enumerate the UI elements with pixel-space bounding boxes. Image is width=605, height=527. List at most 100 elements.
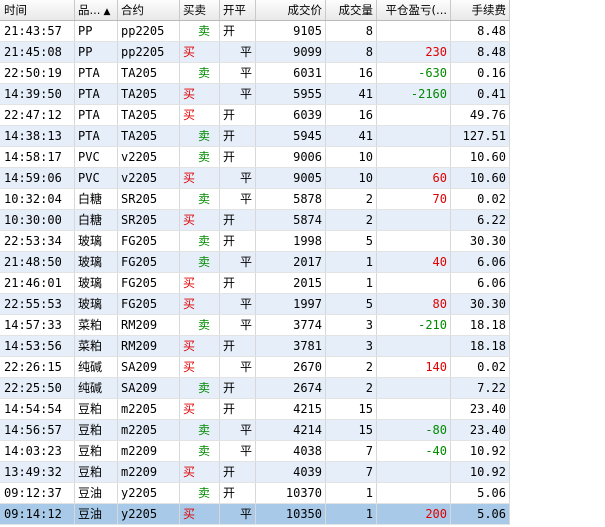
cell-volume: 10: [326, 168, 377, 188]
table-row[interactable]: 22:25:50 纯碱 SA209 卖开 2674 2 7.22: [0, 378, 510, 399]
cell-pnl: [377, 273, 451, 293]
cell-pnl: -40: [377, 441, 451, 461]
table-row[interactable]: 21:46:01 玻璃 FG205 买开 2015 1 6.06: [0, 273, 510, 294]
table-row[interactable]: 22:55:53 玻璃 FG205 买平 1997 5 80 30.30: [0, 294, 510, 315]
cell-contract: TA205: [118, 63, 180, 83]
table-row[interactable]: 22:47:12 PTA TA205 买开 6039 16 49.76: [0, 105, 510, 126]
cell-time: 14:59:06: [0, 168, 75, 188]
table-row[interactable]: 14:54:54 豆粕 m2205 买开 4215 15 23.40: [0, 399, 510, 420]
cell-product: 豆粕: [75, 462, 118, 482]
cell-volume: 2: [326, 210, 377, 230]
cell-contract: TA205: [118, 126, 180, 146]
table-row[interactable]: 14:58:17 PVC v2205 卖开 9006 10 10.60: [0, 147, 510, 168]
cell-pnl: -2160: [377, 84, 451, 104]
cell-time: 13:49:32: [0, 462, 75, 482]
table-row[interactable]: 14:53:56 菜粕 RM209 买开 3781 3 18.18: [0, 336, 510, 357]
table-row[interactable]: 21:43:57 PP pp2205 卖开 9105 8 8.48: [0, 21, 510, 42]
table-body: 21:43:57 PP pp2205 卖开 9105 8 8.48 21:45:08 PP pp2…: [0, 21, 510, 525]
cell-price: 1998: [256, 231, 326, 251]
cell-openclose: 平: [220, 420, 256, 440]
column-header-pnl[interactable]: 平仓盈亏(...: [377, 0, 451, 20]
cell-time: 14:56:57: [0, 420, 75, 440]
table-row[interactable]: 09:12:37 豆油 y2205 卖开 10370 1 5.06: [0, 483, 510, 504]
cell-contract: RM209: [118, 336, 180, 356]
cell-side: 卖: [180, 441, 220, 461]
table-row[interactable]: 22:50:19 PTA TA205 卖平 6031 16 -630 0.16: [0, 63, 510, 84]
cell-contract: m2205: [118, 420, 180, 440]
cell-contract: SA209: [118, 357, 180, 377]
column-header-price[interactable]: 成交价: [256, 0, 326, 20]
cell-volume: 16: [326, 63, 377, 83]
table-row[interactable]: 22:26:15 纯碱 SA209 买平 2670 2 140 0.02: [0, 357, 510, 378]
cell-openclose: 平: [220, 63, 256, 83]
cell-pnl: 70: [377, 189, 451, 209]
table-row[interactable]: 14:38:13 PTA TA205 卖开 5945 41 127.51: [0, 126, 510, 147]
table-row[interactable]: 10:32:04 白糖 SR205 卖平 5878 2 70 0.02: [0, 189, 510, 210]
cell-side: 买: [180, 336, 220, 356]
cell-fee: 0.41: [451, 84, 510, 104]
cell-fee: 6.06: [451, 252, 510, 272]
table-row[interactable]: 14:03:23 豆粕 m2209 卖平 4038 7 -40 10.92: [0, 441, 510, 462]
cell-time: 14:54:54: [0, 399, 75, 419]
column-header-product[interactable]: 品... ▲: [75, 0, 118, 20]
cell-openclose: 平: [220, 189, 256, 209]
cell-side: 卖: [180, 420, 220, 440]
cell-side: 买: [180, 504, 220, 524]
cell-volume: 5: [326, 231, 377, 251]
cell-pnl: [377, 462, 451, 482]
cell-pnl: 230: [377, 42, 451, 62]
column-header-volume[interactable]: 成交量: [326, 0, 377, 20]
table-row[interactable]: 14:39:50 PTA TA205 买平 5955 41 -2160 0.41: [0, 84, 510, 105]
cell-fee: 6.06: [451, 273, 510, 293]
cell-product: 菜粕: [75, 336, 118, 356]
table-row[interactable]: 21:45:08 PP pp2205 买平 9099 8 230 8.48: [0, 42, 510, 63]
cell-fee: 0.02: [451, 357, 510, 377]
cell-contract: RM209: [118, 315, 180, 335]
column-header-openclose[interactable]: 开平: [220, 0, 256, 20]
cell-price: 3774: [256, 315, 326, 335]
cell-contract: FG205: [118, 294, 180, 314]
cell-contract: SA209: [118, 378, 180, 398]
cell-side: 买: [180, 462, 220, 482]
table-row[interactable]: 14:56:57 豆粕 m2205 卖平 4214 15 -80 23.40: [0, 420, 510, 441]
cell-contract: v2205: [118, 147, 180, 167]
cell-side: 买: [180, 84, 220, 104]
table-row[interactable]: 13:49:32 豆粕 m2209 买开 4039 7 10.92: [0, 462, 510, 483]
column-header-side[interactable]: 买卖: [180, 0, 220, 20]
cell-openclose: 平: [220, 441, 256, 461]
table-row[interactable]: 09:14:12 豆油 y2205 买平 10350 1 200 5.06: [0, 504, 510, 525]
cell-time: 22:50:19: [0, 63, 75, 83]
cell-time: 14:03:23: [0, 441, 75, 461]
cell-fee: 10.60: [451, 147, 510, 167]
table-row[interactable]: 22:53:34 玻璃 FG205 卖开 1998 5 30.30: [0, 231, 510, 252]
cell-price: 10350: [256, 504, 326, 524]
cell-fee: 49.76: [451, 105, 510, 125]
cell-time: 22:47:12: [0, 105, 75, 125]
cell-volume: 41: [326, 126, 377, 146]
table-row[interactable]: 14:59:06 PVC v2205 买平 9005 10 60 10.60: [0, 168, 510, 189]
cell-contract: m2205: [118, 399, 180, 419]
cell-volume: 3: [326, 315, 377, 335]
cell-contract: FG205: [118, 252, 180, 272]
table-row[interactable]: 21:48:50 玻璃 FG205 卖平 2017 1 40 6.06: [0, 252, 510, 273]
cell-product: PVC: [75, 147, 118, 167]
cell-contract: TA205: [118, 105, 180, 125]
cell-volume: 2: [326, 378, 377, 398]
cell-time: 14:38:13: [0, 126, 75, 146]
cell-product: PP: [75, 21, 118, 41]
cell-openclose: 平: [220, 315, 256, 335]
column-header-fee[interactable]: 手续费: [451, 0, 510, 20]
cell-time: 09:12:37: [0, 483, 75, 503]
cell-side: 买: [180, 105, 220, 125]
cell-volume: 8: [326, 21, 377, 41]
cell-product: PP: [75, 42, 118, 62]
cell-volume: 1: [326, 273, 377, 293]
cell-contract: TA205: [118, 84, 180, 104]
cell-openclose: 开: [220, 483, 256, 503]
column-header-time[interactable]: 时间: [0, 0, 75, 20]
table-row[interactable]: 10:30:00 白糖 SR205 买开 5874 2 6.22: [0, 210, 510, 231]
table-row[interactable]: 14:57:33 菜粕 RM209 卖平 3774 3 -210 18.18: [0, 315, 510, 336]
column-header-contract[interactable]: 合约: [118, 0, 180, 20]
cell-volume: 15: [326, 399, 377, 419]
cell-fee: 127.51: [451, 126, 510, 146]
